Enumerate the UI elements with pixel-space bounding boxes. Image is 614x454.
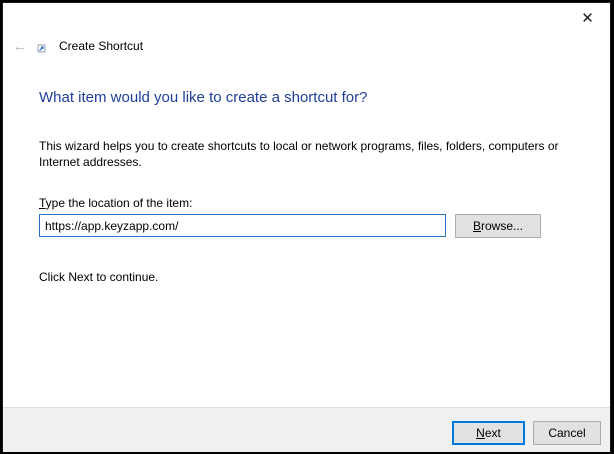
continue-hint: Click Next to continue. xyxy=(39,270,159,284)
browse-button[interactable]: Browse... xyxy=(455,214,541,238)
wizard-description: This wizard helps you to create shortcut… xyxy=(39,139,559,169)
browse-label: rowse... xyxy=(481,219,524,233)
next-button[interactable]: Next xyxy=(452,421,525,445)
location-label: Type the location of the item: xyxy=(39,196,192,210)
wizard-header: ← Create Shortcut xyxy=(3,33,610,63)
location-input[interactable] xyxy=(39,214,446,237)
next-mnemonic: N xyxy=(476,426,485,440)
back-arrow-icon: ← xyxy=(12,37,28,55)
create-shortcut-dialog: ✕ ← Create Shortcut What item would you … xyxy=(2,2,611,452)
close-icon: ✕ xyxy=(581,10,594,27)
page-heading: What item would you like to create a sho… xyxy=(39,89,368,106)
location-label-mnemonic: T xyxy=(39,196,46,210)
next-label: ext xyxy=(484,426,501,440)
shortcut-icon xyxy=(37,44,46,53)
close-button[interactable]: ✕ xyxy=(565,3,610,33)
cancel-button[interactable]: Cancel xyxy=(533,421,601,445)
browse-mnemonic: B xyxy=(472,219,481,233)
wizard-title: Create Shortcut xyxy=(59,39,144,53)
back-button[interactable]: ← xyxy=(8,35,32,57)
location-label-text: ype the location of the item: xyxy=(45,196,193,210)
title-bar: ✕ xyxy=(3,3,610,33)
cancel-label: Cancel xyxy=(548,426,586,440)
